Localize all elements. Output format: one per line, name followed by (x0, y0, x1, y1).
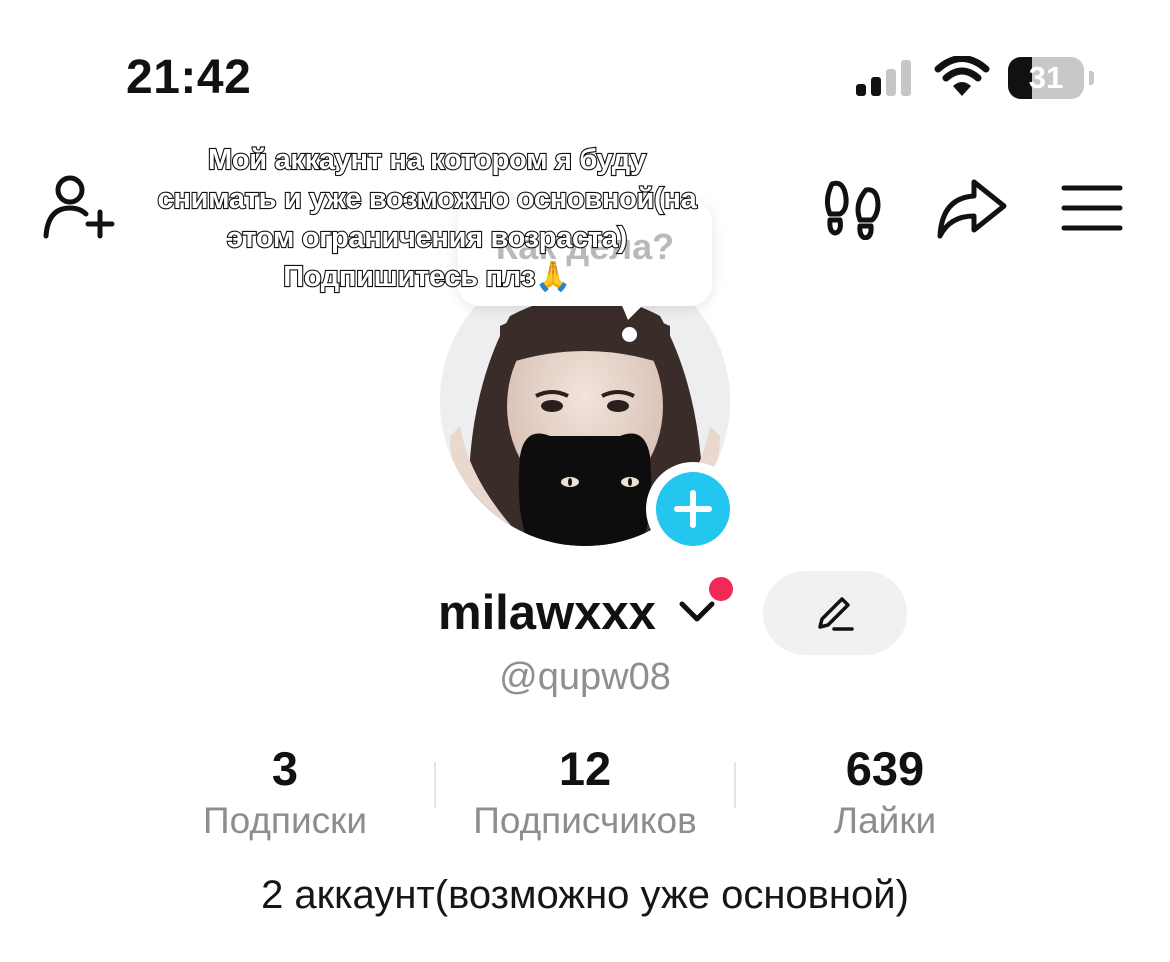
chevron-down-icon[interactable] (676, 596, 718, 626)
stat-value: 12 (558, 742, 612, 795)
status-time: 21:42 (126, 51, 252, 104)
wifi-icon (934, 55, 990, 98)
username[interactable]: milawxxx (438, 583, 656, 643)
overlay-line: Мой аккаунт на котором я буду (207, 143, 647, 177)
overlay-line: этом ограничения возраста) (226, 221, 628, 255)
battery-level: 31 (1028, 60, 1064, 95)
overlay-line: снимать и уже возможно основной(на (156, 182, 697, 216)
cellular-signal-icon (856, 58, 914, 96)
bubble-tail (618, 296, 652, 320)
stat-divider (734, 762, 736, 808)
overlay-caption: Мой аккаунт на котором я буду снимать и … (112, 141, 742, 297)
plus-icon (674, 490, 712, 528)
user-handle: @qupw08 (499, 656, 671, 698)
stat-following[interactable]: 3 Подписки (170, 742, 400, 844)
stat-followers[interactable]: 12 Подписчиков (445, 742, 725, 844)
share-icon[interactable] (934, 176, 1008, 240)
profile-bio: 2 аккаунт(возможно уже основной) (261, 873, 909, 917)
stat-divider (434, 762, 436, 808)
battery-icon: 31 (1008, 57, 1094, 99)
add-friend-icon[interactable] (40, 170, 116, 242)
stat-label: Подписчиков (473, 800, 697, 841)
notification-dot (709, 577, 733, 601)
stat-label: Подписки (202, 800, 367, 841)
stat-value: 639 (845, 742, 925, 795)
footprints-icon[interactable] (820, 176, 886, 240)
stat-value: 3 (271, 742, 299, 795)
pencil-icon (818, 597, 854, 631)
stat-label: Лайки (833, 800, 937, 841)
menu-icon[interactable] (1060, 182, 1124, 234)
edit-profile-button[interactable] (763, 571, 907, 655)
bubble-dot (622, 327, 637, 342)
overlay-line: Подпишитесь плз🙏 (282, 260, 572, 294)
stat-likes[interactable]: 639 Лайки (770, 742, 1000, 844)
add-story-button[interactable] (646, 462, 740, 556)
